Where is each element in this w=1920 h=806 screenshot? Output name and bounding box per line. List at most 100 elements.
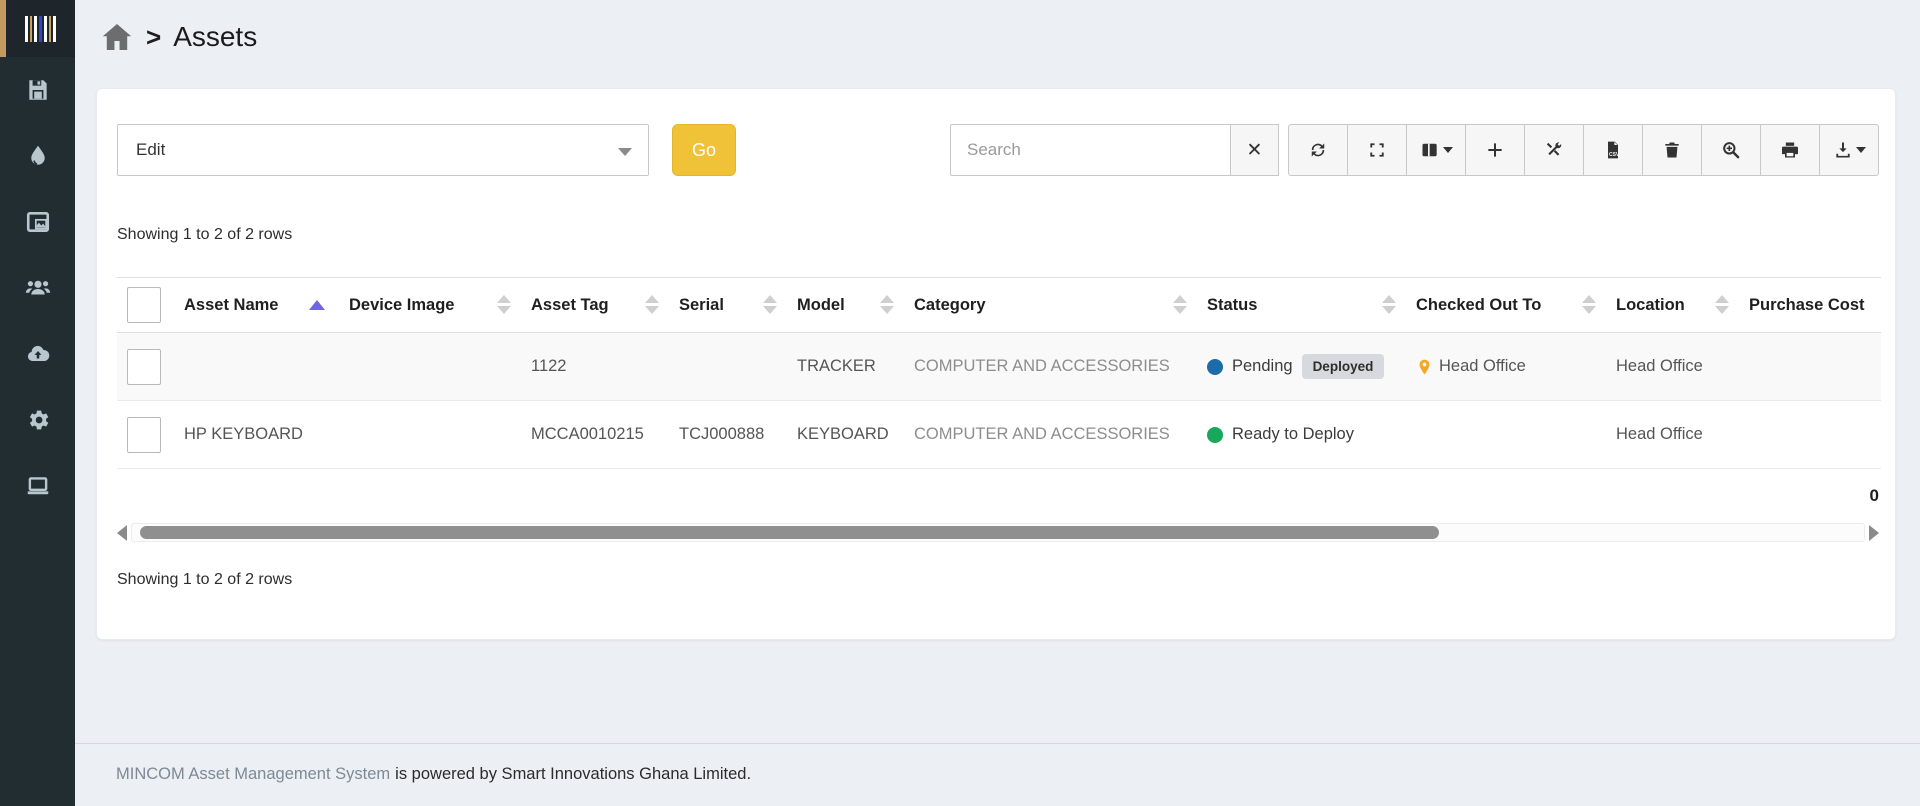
header-asset-name[interactable]: Asset Name <box>174 278 339 333</box>
app-window: > Assets Edit Go ✕ <box>0 0 1920 806</box>
horizontal-scrollbar <box>117 521 1879 544</box>
cell-asset-tag: MCCA0010215 <box>521 401 669 469</box>
row-checkbox[interactable] <box>127 417 161 453</box>
table-header-row: Asset Name Device Image Asset Tag Serial… <box>117 278 1881 333</box>
fullscreen-button[interactable] <box>1347 124 1407 176</box>
gear-icon <box>25 407 51 438</box>
scroll-right-arrow[interactable] <box>1869 525 1879 541</box>
footer: MINCOM Asset Management System is powered… <box>116 765 751 784</box>
header-location[interactable]: Location <box>1606 278 1739 333</box>
cell-model: TRACKER <box>787 333 904 401</box>
header-category[interactable]: Category <box>904 278 1197 333</box>
export-csv-button[interactable]: CSV <box>1583 124 1643 176</box>
header-asset-tag[interactable]: Asset Tag <box>521 278 669 333</box>
scroll-left-arrow[interactable] <box>117 525 127 541</box>
sort-icon <box>1582 295 1596 314</box>
users-icon <box>25 275 51 306</box>
showing-rows-text: Showing 1 to 2 of 2 rows <box>117 226 292 244</box>
sidebar-item-settings[interactable] <box>0 389 75 455</box>
go-button[interactable]: Go <box>672 124 736 176</box>
plus-icon <box>1485 140 1505 160</box>
clear-search-button[interactable]: ✕ <box>1230 124 1279 176</box>
sort-icon <box>1173 295 1187 314</box>
sort-icon <box>880 295 894 314</box>
status-badge: Deployed <box>1302 354 1385 379</box>
home-icon[interactable] <box>100 20 134 54</box>
sort-icon <box>1715 295 1729 314</box>
tools-icon <box>1544 140 1564 160</box>
cell-asset-tag: 1122 <box>521 333 669 401</box>
checked-out-link[interactable]: Head Office <box>1439 357 1526 376</box>
row-checkbox[interactable] <box>127 349 161 385</box>
sidebar-item-save[interactable] <box>0 59 75 125</box>
sidebar-item-image[interactable] <box>0 191 75 257</box>
assets-card: Edit Go ✕ <box>96 88 1896 640</box>
cell-asset-name: HP KEYBOARD <box>174 401 339 469</box>
header-select-all <box>117 278 174 333</box>
header-checked-out-to[interactable]: Checked Out To <box>1406 278 1606 333</box>
cell-model: KEYBOARD <box>787 401 904 469</box>
cell-status: Ready to Deploy <box>1197 401 1406 469</box>
cell-purchase-cost <box>1739 333 1881 401</box>
assets-table: Asset Name Device Image Asset Tag Serial… <box>117 277 1879 469</box>
sidebar-nav <box>0 59 75 521</box>
save-icon <box>25 77 51 108</box>
tools-button[interactable] <box>1524 124 1584 176</box>
scrollbar-thumb[interactable] <box>140 526 1439 539</box>
sort-asc-icon <box>309 300 325 310</box>
status-label: Ready to Deploy <box>1232 425 1354 444</box>
status-dot <box>1207 427 1223 443</box>
header-status[interactable]: Status <box>1197 278 1406 333</box>
sidebar-item-droplet[interactable] <box>0 125 75 191</box>
sidebar-item-users[interactable] <box>0 257 75 323</box>
cloud-upload-icon <box>25 341 51 372</box>
zoom-in-button[interactable] <box>1701 124 1761 176</box>
cell-serial <box>669 333 787 401</box>
table-tools: ✕ <box>950 124 1879 176</box>
scrollbar-track[interactable] <box>131 523 1865 542</box>
download-button[interactable] <box>1819 124 1879 176</box>
refresh-icon <box>1308 140 1328 160</box>
delete-button[interactable] <box>1642 124 1702 176</box>
printer-icon <box>1780 140 1800 160</box>
sidebar-item-assets[interactable] <box>0 455 75 521</box>
caret-down-icon <box>1443 147 1453 153</box>
sort-icon <box>763 295 777 314</box>
footer-text: is powered by Smart Innovations Ghana Li… <box>395 765 751 783</box>
bulk-action-value: Edit <box>136 140 165 160</box>
header-device-image[interactable]: Device Image <box>339 278 521 333</box>
table-row: HP KEYBOARD MCCA0010215 TCJ000888 KEYBOA… <box>117 401 1881 469</box>
caret-down-icon <box>1856 147 1866 153</box>
sidebar-item-upload[interactable] <box>0 323 75 389</box>
add-button[interactable] <box>1465 124 1525 176</box>
svg-text:CSV: CSV <box>1609 152 1620 158</box>
columns-button[interactable] <box>1406 124 1466 176</box>
trash-icon <box>1662 140 1682 160</box>
cell-purchase-cost <box>1739 401 1881 469</box>
close-icon: ✕ <box>1247 139 1263 162</box>
header-model[interactable]: Model <box>787 278 904 333</box>
purchase-cost-total: 0 <box>1870 486 1879 506</box>
cell-category: COMPUTER AND ACCESSORIES <box>904 401 1197 469</box>
refresh-button[interactable] <box>1288 124 1348 176</box>
cell-location: Head Office <box>1606 333 1739 401</box>
csv-file-icon: CSV <box>1603 140 1623 160</box>
cell-status: Pending Deployed <box>1197 333 1406 401</box>
footer-brand-link[interactable]: MINCOM Asset Management System <box>116 765 390 783</box>
sort-icon <box>645 295 659 314</box>
header-serial[interactable]: Serial <box>669 278 787 333</box>
status-dot <box>1207 359 1223 375</box>
barcode-logo-icon <box>25 16 56 42</box>
bulk-action-select[interactable]: Edit <box>117 124 649 176</box>
showing-rows-text-bottom: Showing 1 to 2 of 2 rows <box>117 571 292 589</box>
sidebar <box>0 0 75 806</box>
sidebar-logo[interactable] <box>0 0 75 57</box>
cell-checked-out-to <box>1406 401 1606 469</box>
header-purchase-cost[interactable]: Purchase Cost <box>1739 278 1881 333</box>
print-button[interactable] <box>1760 124 1820 176</box>
status-label: Pending <box>1232 357 1293 376</box>
search-input[interactable] <box>950 124 1230 176</box>
select-all-checkbox[interactable] <box>127 287 161 323</box>
laptop-icon <box>25 473 51 504</box>
download-icon <box>1833 140 1853 160</box>
